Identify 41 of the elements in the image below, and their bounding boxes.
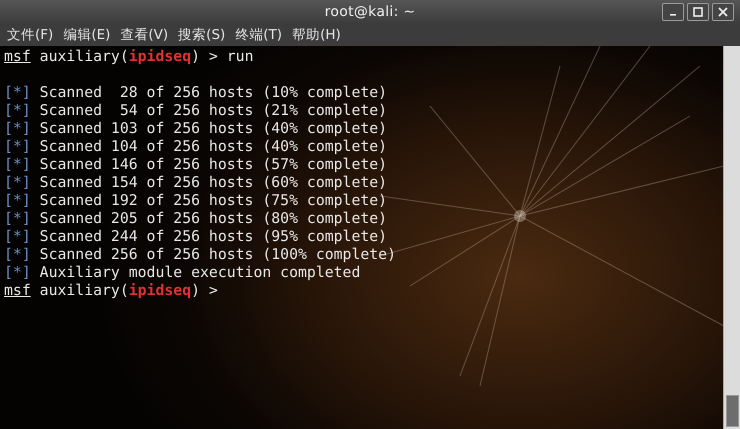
status-marker: [*]: [4, 120, 31, 137]
status-marker: [*]: [4, 138, 31, 155]
output-line: Scanned 244 of 256 hosts (95% complete): [40, 228, 388, 245]
status-marker: [*]: [4, 84, 31, 101]
output-line: Scanned 256 of 256 hosts (100% complete): [40, 246, 396, 263]
command-text: run: [226, 48, 254, 65]
status-marker: [*]: [4, 210, 31, 227]
maximize-icon: [693, 7, 703, 17]
status-marker: [*]: [4, 264, 31, 281]
window-title: root@kali: ~: [324, 4, 416, 20]
minimize-button[interactable]: [662, 3, 684, 21]
output-line: Scanned 154 of 256 hosts (60% complete): [40, 174, 388, 191]
menu-item[interactable]: 文件(F): [2, 26, 58, 44]
output-line: Scanned 192 of 256 hosts (75% complete): [40, 192, 388, 209]
output-line: Scanned 103 of 256 hosts (40% complete): [40, 120, 388, 137]
output-line: Scanned 146 of 256 hosts (57% complete): [40, 156, 388, 173]
status-marker: [*]: [4, 102, 31, 119]
output-line: Auxiliary module execution completed: [40, 264, 360, 281]
prompt-label: msf: [4, 282, 31, 299]
output-line: Scanned 104 of 256 hosts (40% complete): [40, 138, 388, 155]
scrollbar[interactable]: [723, 46, 740, 429]
menu-item[interactable]: 查看(V): [115, 26, 174, 44]
status-marker: [*]: [4, 246, 31, 263]
output-line: Scanned 28 of 256 hosts (10% complete): [40, 84, 388, 101]
maximize-button[interactable]: [687, 3, 709, 21]
status-marker: [*]: [4, 192, 31, 209]
menu-item[interactable]: 帮助(H): [287, 26, 346, 44]
prompt-label: msf: [4, 48, 31, 65]
close-button[interactable]: [712, 3, 734, 21]
status-marker: [*]: [4, 228, 31, 245]
close-icon: [718, 7, 728, 17]
output-line: Scanned 205 of 256 hosts (80% complete): [40, 210, 388, 227]
menu-item[interactable]: 编辑(E): [58, 26, 116, 44]
output-line: Scanned 54 of 256 hosts (21% complete): [40, 102, 388, 119]
status-marker: [*]: [4, 156, 31, 173]
menu-item[interactable]: 搜索(S): [173, 26, 230, 44]
status-marker: [*]: [4, 174, 31, 191]
scrollbar-thumb[interactable]: [726, 395, 739, 427]
prompt-context: auxiliary(ipidseq) >: [40, 48, 218, 65]
prompt-context: auxiliary(ipidseq) >: [40, 282, 218, 299]
menu-item[interactable]: 终端(T): [230, 26, 288, 44]
